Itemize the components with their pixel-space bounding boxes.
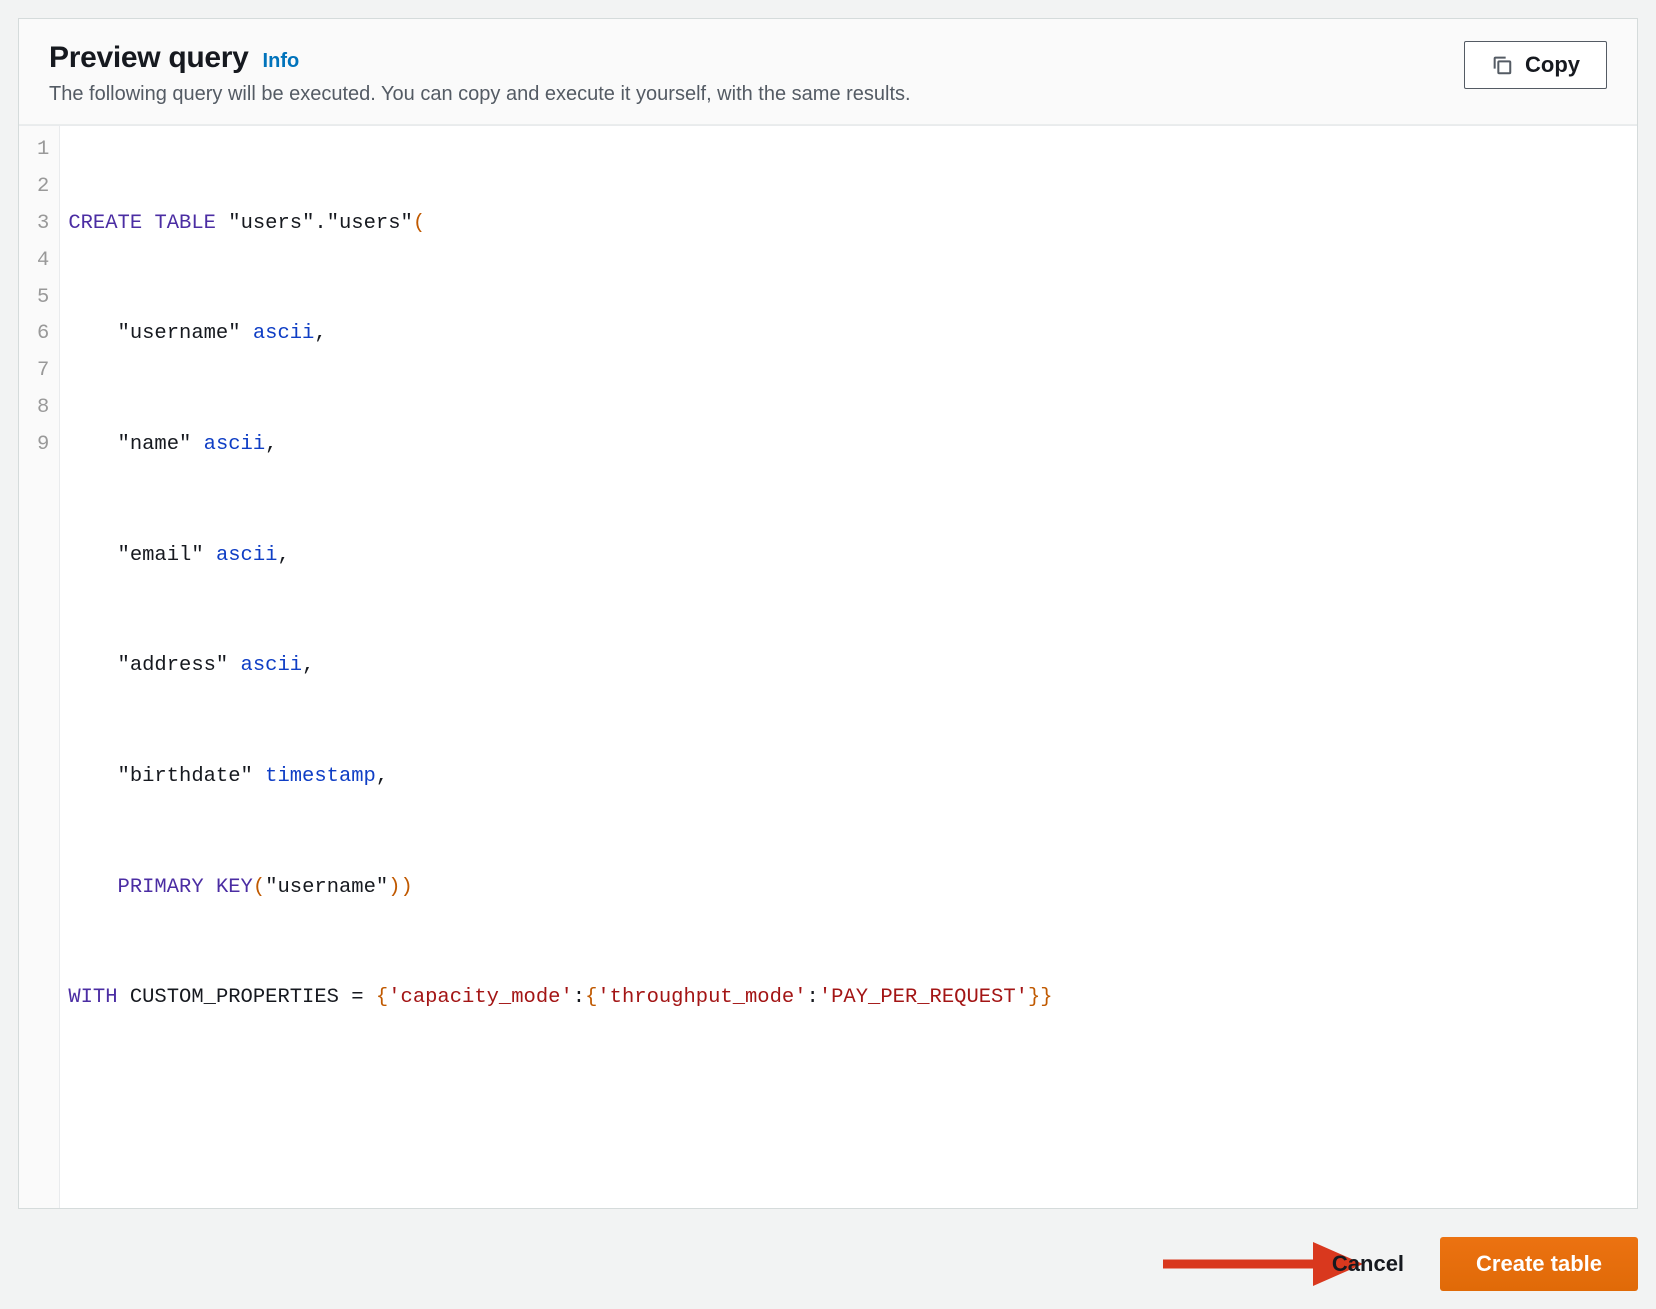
code-line: PRIMARY KEY("username")) xyxy=(68,870,1631,907)
code-line: "name" ascii, xyxy=(68,427,1631,464)
info-link[interactable]: Info xyxy=(263,50,300,73)
copy-icon xyxy=(1491,54,1513,76)
line-number: 6 xyxy=(37,316,49,353)
preview-query-panel: Preview query Info The following query w… xyxy=(18,18,1638,1209)
footer-actions: Cancel Create table xyxy=(18,1237,1638,1291)
header-text-block: Preview query Info The following query w… xyxy=(49,41,911,106)
copy-button[interactable]: Copy xyxy=(1464,41,1607,89)
cancel-button[interactable]: Cancel xyxy=(1332,1251,1404,1277)
code-line: "birthdate" timestamp, xyxy=(68,759,1631,796)
code-line: "username" ascii, xyxy=(68,316,1631,353)
code-line xyxy=(68,1091,1631,1128)
code-line: "address" ascii, xyxy=(68,648,1631,685)
panel-header: Preview query Info The following query w… xyxy=(19,19,1637,125)
panel-subtitle: The following query will be executed. Yo… xyxy=(49,83,911,106)
code-line: WITH CUSTOM_PROPERTIES = {'capacity_mode… xyxy=(68,980,1631,1017)
copy-button-label: Copy xyxy=(1525,52,1580,78)
panel-title: Preview query xyxy=(49,41,249,75)
create-table-button[interactable]: Create table xyxy=(1440,1237,1638,1291)
line-number: 1 xyxy=(37,132,49,169)
line-number: 4 xyxy=(37,243,49,280)
line-number: 9 xyxy=(37,427,49,464)
line-number: 8 xyxy=(37,390,49,427)
line-number: 5 xyxy=(37,280,49,317)
code-content[interactable]: CREATE TABLE "users"."users"( "username"… xyxy=(60,126,1637,1208)
line-number: 3 xyxy=(37,206,49,243)
code-line: "email" ascii, xyxy=(68,538,1631,575)
code-editor: 1 2 3 4 5 6 7 8 9 CREATE TABLE "users"."… xyxy=(19,125,1637,1208)
code-gutter: 1 2 3 4 5 6 7 8 9 xyxy=(19,126,60,1208)
code-line: CREATE TABLE "users"."users"( xyxy=(68,206,1631,243)
line-number: 7 xyxy=(37,353,49,390)
line-number: 2 xyxy=(37,169,49,206)
